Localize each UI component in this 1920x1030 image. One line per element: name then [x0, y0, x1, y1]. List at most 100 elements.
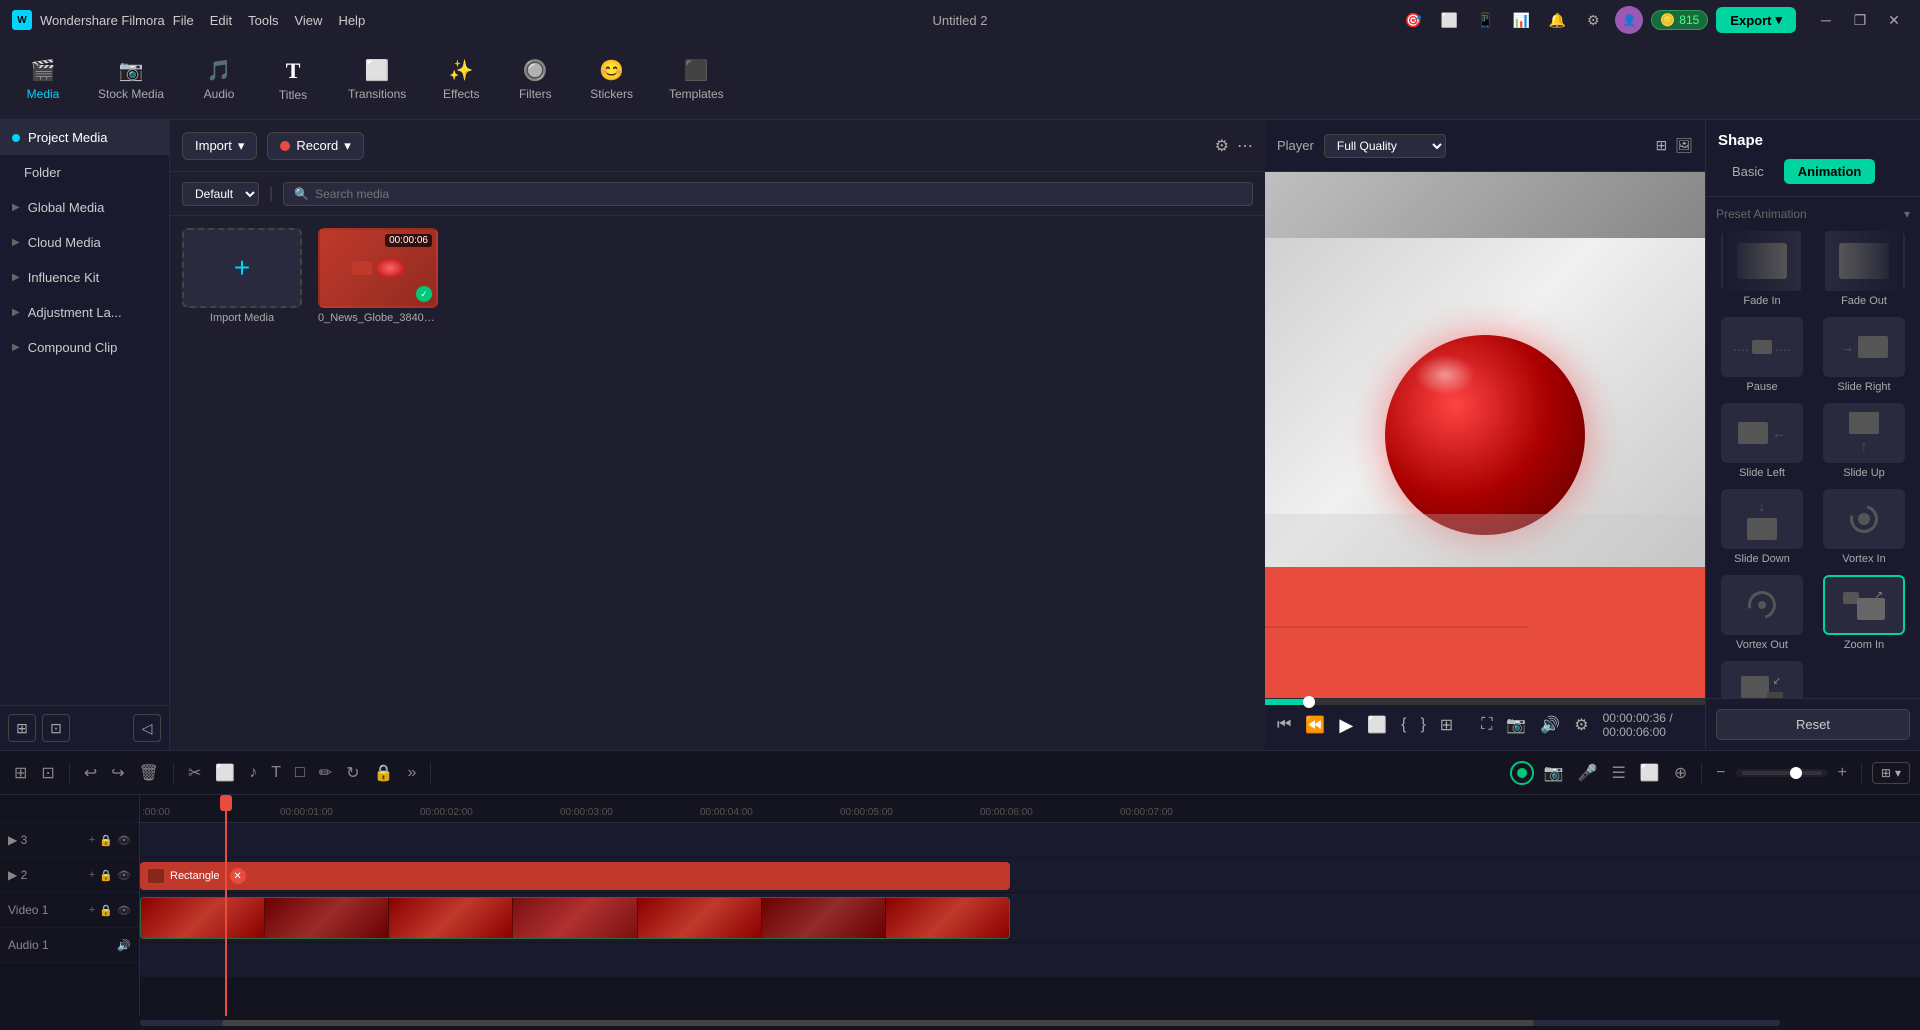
sidebar-item-adjustment-la[interactable]: ▶ Adjustment La...	[0, 295, 169, 330]
full-screen-btn[interactable]: ⛶	[1481, 716, 1492, 734]
in-point-btn[interactable]: {	[1401, 716, 1406, 734]
search-input[interactable]	[315, 187, 1242, 201]
tab-animation[interactable]: Animation	[1784, 159, 1876, 184]
tab-transitions[interactable]: ⬜ Transitions	[332, 50, 422, 109]
anim-item-fade-out[interactable]: Fade Out	[1818, 231, 1910, 307]
menu-file[interactable]: File	[173, 13, 194, 28]
sidebar-item-compound-clip[interactable]: ▶ Compound Clip	[0, 330, 169, 365]
tl-playlist-btn[interactable]: ☰	[1608, 759, 1630, 787]
tab-titles[interactable]: T Titles	[258, 50, 328, 110]
tl-draw-btn[interactable]: ✏	[315, 759, 336, 787]
tl-add-track-btn[interactable]: ⊞	[10, 759, 31, 787]
tab-stock-media[interactable]: 📷 Stock Media	[82, 50, 180, 109]
toolbar-btn-4[interactable]: 📊	[1507, 6, 1535, 34]
maximize-button[interactable]: ❐	[1846, 6, 1874, 34]
add-to-timeline-btn[interactable]: ⊞	[1440, 715, 1453, 735]
tl-voice-btn[interactable]: 🎤	[1574, 759, 1602, 787]
zoom-track[interactable]	[1742, 771, 1822, 775]
media-item-import[interactable]: + Import Media	[182, 228, 302, 324]
stop-btn[interactable]: ⬜	[1367, 715, 1387, 735]
export-button[interactable]: Export ▾	[1716, 7, 1796, 33]
import-button[interactable]: Import ▾	[182, 132, 257, 160]
v2-lock-btn[interactable]: 🔒	[99, 869, 113, 882]
anim-item-slide-up[interactable]: ↑ Slide Up	[1818, 403, 1910, 479]
v2-eye-btn[interactable]: 👁	[117, 869, 131, 882]
tl-plus-btn[interactable]: +	[1834, 760, 1851, 786]
tab-media[interactable]: 🎬 Media	[8, 50, 78, 109]
menu-help[interactable]: Help	[338, 13, 365, 28]
tl-extra-btn[interactable]: ⬜	[1636, 759, 1664, 787]
anim-item-slide-left[interactable]: ← Slide Left	[1716, 403, 1808, 479]
tl-grid-btn[interactable]: ⊞ ▾	[1872, 762, 1910, 784]
anim-item-slide-right[interactable]: → Slide Right	[1818, 317, 1910, 393]
clip-remove-btn[interactable]: ✕	[228, 866, 248, 886]
fullscreen-btn[interactable]: 🖼	[1675, 137, 1693, 154]
anim-item-zoom-out[interactable]: ↙ Zoom Out	[1716, 661, 1808, 698]
tab-effects[interactable]: ✨ Effects	[426, 50, 496, 109]
scroll-track[interactable]	[140, 1020, 1780, 1026]
tl-crop-btn[interactable]: ⬜	[211, 759, 239, 787]
anim-item-vortex-out[interactable]: Vortex Out	[1716, 575, 1808, 651]
sidebar-item-influence-kit[interactable]: ▶ Influence Kit	[0, 260, 169, 295]
tl-more-btn[interactable]: »	[403, 760, 420, 786]
video-clip[interactable]	[140, 897, 1010, 939]
tab-stickers[interactable]: 😊 Stickers	[574, 50, 649, 109]
tl-group-btn[interactable]: ⊡	[37, 759, 58, 787]
toolbar-btn-6[interactable]: ⚙	[1579, 6, 1607, 34]
filter-icon-btn[interactable]: ⚙	[1215, 136, 1229, 156]
sidebar-item-project-media[interactable]: Project Media	[0, 120, 169, 155]
record-button[interactable]: Record ▾	[267, 132, 363, 160]
tab-filters[interactable]: 🔘 Filters	[500, 50, 570, 109]
panel-btn-2[interactable]: ⊡	[42, 714, 70, 742]
tab-basic[interactable]: Basic	[1718, 159, 1778, 184]
tl-camera-btn[interactable]: 📷	[1540, 759, 1568, 787]
tl-audio-btn[interactable]: ♪	[245, 760, 261, 786]
minimize-button[interactable]: ─	[1812, 6, 1840, 34]
progress-bar[interactable]	[1265, 699, 1705, 705]
tl-rotate-btn[interactable]: ↻	[342, 759, 363, 787]
v1-lock-btn[interactable]: 🔒	[99, 904, 113, 917]
settings-btn[interactable]: ⚙	[1574, 715, 1588, 735]
tl-minus-btn[interactable]: −	[1712, 760, 1729, 786]
grid-view-btn[interactable]: ⊞	[1655, 137, 1667, 154]
quality-select[interactable]: Full Quality High Quality Medium Quality	[1324, 134, 1446, 158]
tl-delete-btn[interactable]: 🗑	[135, 759, 163, 787]
close-button[interactable]: ✕	[1880, 6, 1908, 34]
sidebar-item-cloud-media[interactable]: ▶ Cloud Media	[0, 225, 169, 260]
v1-eye-btn[interactable]: 👁	[117, 904, 131, 917]
toolbar-btn-3[interactable]: 📱	[1471, 6, 1499, 34]
v3-lock-btn[interactable]: 🔒	[99, 834, 113, 847]
tl-box-btn[interactable]: □	[291, 760, 309, 786]
toolbar-btn-2[interactable]: ⬜	[1435, 6, 1463, 34]
default-select[interactable]: Default	[182, 182, 259, 206]
toolbar-btn-1[interactable]: 🎯	[1399, 6, 1427, 34]
step-back-btn[interactable]: ⏪	[1305, 715, 1325, 735]
reset-button[interactable]: Reset	[1716, 709, 1910, 740]
a1-mute-btn[interactable]: 🔊	[117, 939, 131, 952]
media-item-news-globe[interactable]: 00:00:06 ✓ 0_News_Globe_3840x...	[318, 228, 438, 324]
out-point-btn[interactable]: }	[1420, 716, 1425, 734]
play-btn[interactable]: ▶	[1339, 715, 1353, 736]
menu-edit[interactable]: Edit	[210, 13, 232, 28]
rectangle-clip[interactable]: Rectangle ✕	[140, 862, 1010, 890]
menu-tools[interactable]: Tools	[248, 13, 278, 28]
v2-add-btn[interactable]: +	[89, 869, 95, 882]
toolbar-btn-5[interactable]: 🔔	[1543, 6, 1571, 34]
menu-view[interactable]: View	[294, 13, 322, 28]
v3-eye-btn[interactable]: 👁	[117, 834, 131, 847]
tl-cut-btn[interactable]: ✂	[184, 759, 205, 787]
sidebar-item-folder[interactable]: Folder	[0, 155, 169, 190]
audio-btn[interactable]: 🔊	[1540, 715, 1560, 735]
tl-text-btn[interactable]: T	[267, 760, 285, 786]
tab-audio[interactable]: 🎵 Audio	[184, 50, 254, 109]
sidebar-item-global-media[interactable]: ▶ Global Media	[0, 190, 169, 225]
snapshot-btn[interactable]: 📷	[1506, 715, 1526, 735]
skip-back-btn[interactable]: ⏮	[1277, 716, 1291, 734]
anim-item-pause[interactable]: ‥‥‥‥ Pause	[1716, 317, 1808, 393]
anim-item-fade-in[interactable]: Fade In	[1716, 231, 1808, 307]
panel-btn-1[interactable]: ⊞	[8, 714, 36, 742]
anim-item-slide-down[interactable]: ↓ Slide Down	[1716, 489, 1808, 565]
panel-collapse-btn[interactable]: ◁	[133, 714, 161, 742]
tl-lock-btn[interactable]: 🔒	[370, 759, 398, 787]
v3-add-btn[interactable]: +	[89, 834, 95, 847]
